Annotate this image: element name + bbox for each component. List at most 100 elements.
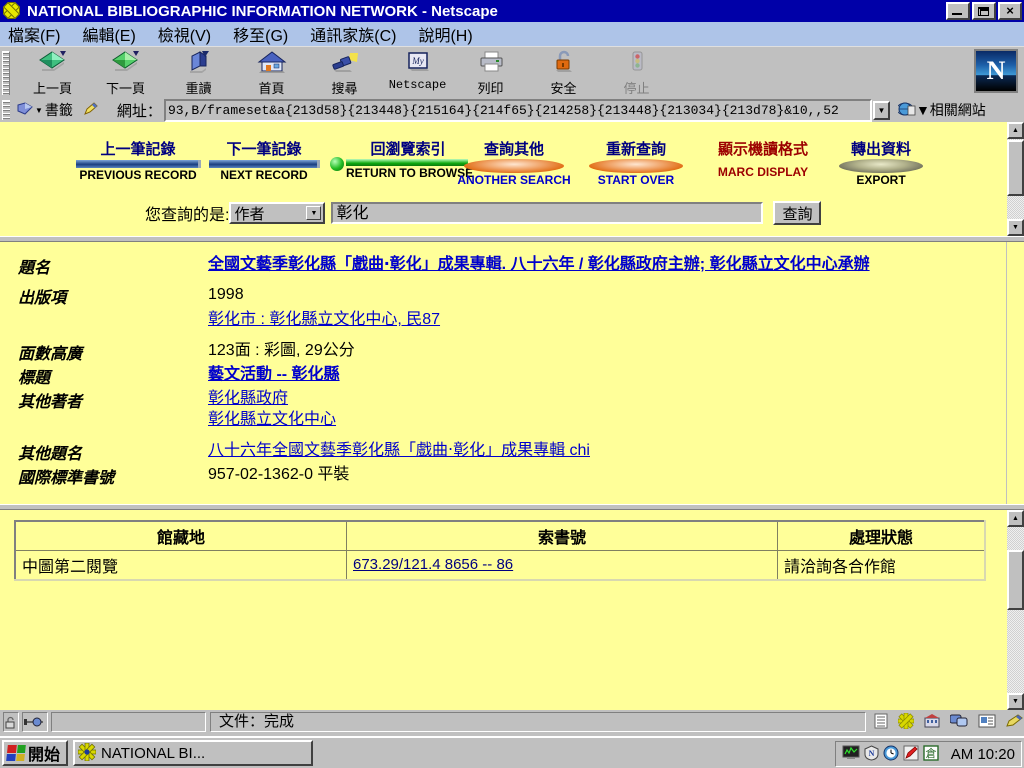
scroll-down-button[interactable]: ▼ (1007, 219, 1024, 236)
menu-item-edit[interactable]: 編輯(E) (82, 22, 135, 46)
close-button[interactable]: × (998, 2, 1022, 20)
record-title-link[interactable]: 全國文藝季彰化縣「戲曲‧彰化」成果專輯. 八十六年 / 彰化縣政府主辦; 彰化縣… (208, 256, 870, 273)
related-sites-label: 相關網站 (929, 102, 986, 118)
status-icons (874, 712, 1024, 732)
pen-icon[interactable] (83, 101, 99, 119)
list-icon[interactable] (874, 713, 888, 732)
menu-item-view[interactable]: 檢視(V) (158, 22, 211, 46)
chevron-down-icon: ▼ (915, 102, 930, 118)
nav-export[interactable]: 轉出資料 EXPORT (828, 138, 934, 187)
taskbar-clock[interactable]: AM 10:20 (951, 746, 1015, 763)
start-button-label: 開始 (28, 747, 61, 764)
frame-holdings-content: 館藏地 索書號 處理狀態 中圖第二閱覽 673.29/121.4 8656 --… (0, 510, 1007, 710)
scroll-thumb[interactable] (1007, 550, 1024, 610)
menu-item-communicator[interactable]: 通訊家族(C) (310, 22, 396, 46)
toolbar-forward-button[interactable]: 下一頁 (89, 49, 162, 97)
print-icon (454, 49, 527, 77)
taskbar-item-label: NATIONAL BI... (101, 744, 206, 762)
nav-return-to-browse[interactable]: 回瀏覽索引 RETURN TO BROWSE (330, 138, 473, 180)
stop-icon (600, 49, 673, 77)
other-title-link[interactable]: 八十六年全國文藝季彰化縣「戲曲‧彰化」成果專輯 chi (208, 442, 590, 459)
record-row-title: 題名 全國文藝季彰化縣「戲曲‧彰化」成果專輯. 八十六年 / 彰化縣政府主辦; … (18, 254, 999, 278)
cangjie-icon[interactable]: 倉 (923, 744, 939, 764)
chat-icon[interactable] (949, 714, 968, 731)
monitor-icon[interactable] (842, 745, 860, 764)
toolbar-reload-button[interactable]: 重讀 (162, 49, 235, 97)
url-input[interactable]: 93,B/frameset&a{213d58}{213448}{215164}{… (163, 98, 872, 122)
location-bar: ▼ 書籤 網址： 93,B/frameset&a{213d58}{213448}… (0, 98, 1024, 122)
record-nav-buttons: 上一筆記錄 PREVIOUS RECORD 下一筆記錄 NEXT RECORD … (0, 138, 1007, 190)
scroll-up-button[interactable]: ▲ (1007, 122, 1024, 139)
netscape-logo-icon[interactable]: N (974, 49, 1018, 93)
bookmark-icon (16, 101, 34, 119)
record-value-other-authors: 彰化縣政府 彰化縣立文化中心 (208, 388, 336, 430)
taskbar-item-netscape[interactable]: NATIONAL BI... (73, 740, 314, 766)
other-author-link-2[interactable]: 彰化縣立文化中心 (208, 411, 336, 428)
record-row-isbn: 國際標準書號 957-02-1362-0 平裝 (18, 464, 999, 488)
related-sites-button[interactable]: ▼ 相關網站 (896, 100, 986, 120)
nav-another-search-cn: 查詢其他 (483, 141, 544, 158)
toolbar-print-label: 列印 (477, 81, 504, 96)
location-grip[interactable] (2, 100, 10, 120)
frame-record-scrollbar[interactable] (1006, 242, 1024, 504)
nav-another-search-en: ANOTHER SEARCH (457, 173, 571, 187)
toolbar-home-button[interactable]: 首頁 (235, 49, 308, 97)
toolbar-netscape-button[interactable]: My Netscape (381, 49, 454, 97)
globe-icon (896, 101, 916, 120)
green-dot-icon (330, 157, 344, 171)
card-icon[interactable] (978, 714, 996, 731)
svg-text:倉: 倉 (925, 746, 936, 760)
record-row-other-title: 其他題名 八十六年全國文藝季彰化縣「戲曲‧彰化」成果專輯 chi (18, 440, 999, 464)
menu-item-help[interactable]: 說明(H) (418, 22, 472, 46)
toolbar-forward-label: 下一頁 (105, 81, 145, 96)
toolbar-search-button[interactable]: 搜尋 (308, 49, 381, 97)
toolbar-print-button[interactable]: 列印 (454, 49, 527, 97)
scroll-down-button[interactable]: ▼ (1007, 693, 1024, 710)
callno-link[interactable]: 673.29/121.4 8656 -- 86 (353, 556, 513, 573)
other-author-link-1[interactable]: 彰化縣政府 (208, 390, 288, 407)
reload-icon (162, 49, 235, 77)
search-field-select[interactable]: 作者 ▼ (229, 202, 326, 224)
nav-another-search[interactable]: 查詢其他 ANOTHER SEARCH (452, 138, 576, 187)
toolbar-stop-button[interactable]: 停止 (600, 49, 673, 97)
nav-marc-display-en: MARC DISPLAY (717, 165, 809, 179)
toolbar-grip[interactable] (2, 51, 10, 95)
nav-next-record[interactable]: 下一筆記錄 NEXT RECORD (205, 138, 323, 182)
status-message: 文件：完成 (210, 712, 866, 732)
pen-red-icon[interactable] (903, 745, 919, 764)
connection-icon[interactable] (22, 712, 48, 732)
frame-holdings-scrollbar[interactable]: ▲ ▼ (1007, 510, 1024, 710)
back-arrow-icon (16, 49, 89, 77)
record-label-isbn: 國際標準書號 (18, 470, 115, 487)
start-button[interactable]: 開始 (2, 740, 69, 766)
holdings-col-callno: 索書號 (346, 520, 778, 551)
clock-globe-icon[interactable] (883, 745, 899, 764)
subject-link[interactable]: 藝文活動 -- 彰化縣 (208, 366, 340, 383)
holdings-col-location: 館藏地 (14, 520, 347, 551)
toolbar-netscape-label: Netscape (388, 78, 447, 92)
frame-navigation-scrollbar[interactable]: ▲ ▼ (1007, 122, 1024, 236)
nav-previous-record[interactable]: 上一筆記錄 PREVIOUS RECORD (73, 138, 203, 182)
nav-marc-display[interactable]: 顯示機讀格式 MARC DISPLAY (700, 138, 826, 179)
url-dropdown-button[interactable]: ▼ (872, 100, 890, 120)
menu-item-go[interactable]: 移至(G) (233, 22, 288, 46)
search-submit-button[interactable]: 查詢 (773, 201, 822, 225)
pencil-icon[interactable] (1006, 713, 1024, 731)
toolbar-security-button[interactable]: 安全 (527, 49, 600, 97)
minimize-button[interactable] (946, 2, 970, 20)
building-icon[interactable] (924, 713, 940, 731)
star-icon[interactable] (897, 712, 915, 732)
norton-shield-icon[interactable]: N (864, 744, 879, 764)
toolbar-back-button[interactable]: 上一頁 (16, 49, 89, 97)
bookmarks-button[interactable]: ▼ 書籤 (16, 100, 73, 120)
maximize-button[interactable] (972, 2, 996, 20)
scroll-up-button[interactable]: ▲ (1007, 510, 1024, 527)
publisher-link[interactable]: 彰化市 : 彰化縣立文化中心, 民87 (208, 311, 440, 328)
chevron-down-icon: ▼ (35, 105, 43, 115)
scroll-thumb[interactable] (1007, 140, 1024, 196)
nav-start-over[interactable]: 重新查詢 START OVER (580, 138, 692, 187)
menu-item-file[interactable]: 檔案(F) (8, 22, 60, 46)
search-input[interactable]: 彰化 (331, 202, 764, 224)
chevron-down-icon[interactable]: ▼ (306, 206, 322, 220)
unlocked-padlock-icon[interactable] (3, 712, 19, 732)
